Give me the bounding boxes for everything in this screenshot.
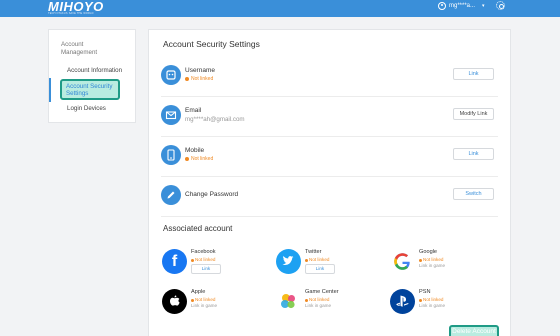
apple-name: Apple <box>191 289 206 295</box>
username-link-button[interactable]: Link <box>453 68 494 80</box>
game-center-icon <box>276 289 301 314</box>
playstation-icon <box>390 289 415 314</box>
sidebar-heading: Account Management <box>61 41 98 56</box>
pencil-icon <box>161 185 181 205</box>
security-settings-panel: Account Security Settings Username Not l… <box>148 29 511 336</box>
username-label: Username <box>185 67 215 74</box>
google-link-in-game: Link in game <box>419 263 446 268</box>
game-center-link-in-game: Link in game <box>305 303 332 308</box>
google-name: Google <box>419 249 438 255</box>
game-center-account: Game Center Not linked Link in game <box>276 288 386 318</box>
switch-button[interactable]: Switch <box>453 188 494 200</box>
mail-icon <box>161 105 181 125</box>
email-value: mg****ah@gmail.com <box>185 116 245 123</box>
user-icon <box>161 65 181 85</box>
page-title: Account Security Settings <box>163 39 260 49</box>
facebook-name: Facebook <box>191 249 216 255</box>
sidebar-active-indicator <box>49 78 51 102</box>
apple-icon <box>162 289 187 314</box>
email-label: Email <box>185 107 202 114</box>
modify-link-button[interactable]: Modify Link <box>453 108 494 120</box>
psn-name: PSN <box>419 289 431 295</box>
email-row: Email mg****ah@gmail.com Modify Link <box>161 97 498 137</box>
twitter-account: Twitter Not linked Link <box>276 248 386 278</box>
top-bar: MIHOYO TECH OTAKUS SAVE THE WORLD mg****… <box>0 0 560 17</box>
google-account: Google Not linked Link in game <box>390 248 500 278</box>
psn-link-in-game: Link in game <box>419 303 446 308</box>
change-password-label: Change Password <box>185 191 239 198</box>
facebook-status: Not linked <box>191 257 215 263</box>
associated-account-title: Associated account <box>163 224 233 233</box>
twitter-bird-icon <box>276 249 301 274</box>
apple-link-in-game: Link in game <box>191 303 218 308</box>
logo-tagline: TECH OTAKUS SAVE THE WORLD <box>48 12 94 15</box>
sidebar-item-account-security-settings[interactable]: Account Security Settings <box>60 79 120 100</box>
change-password-row: Change Password Switch <box>161 177 498 217</box>
mobile-link-button[interactable]: Link <box>453 148 494 160</box>
sidebar: Account Management Account Information A… <box>48 29 136 123</box>
mobile-status: Not linked <box>185 156 213 162</box>
gear-icon[interactable] <box>496 1 505 10</box>
game-center-name: Game Center <box>305 289 339 295</box>
chevron-down-icon: ▾ <box>482 3 485 9</box>
warning-icon <box>305 298 308 302</box>
username: mg****a... <box>449 3 476 9</box>
user-avatar-icon <box>438 2 446 10</box>
warning-icon <box>191 258 194 262</box>
psn-account: PSN Not linked Link in game <box>390 288 500 318</box>
facebook-icon: f <box>162 249 187 274</box>
warning-icon <box>185 157 189 161</box>
mobile-label: Mobile <box>185 147 205 154</box>
google-icon <box>390 249 415 274</box>
username-status: Not linked <box>185 76 213 82</box>
mobile-row: Mobile Not linked Link <box>161 137 498 177</box>
sidebar-item-login-devices[interactable]: Login Devices <box>67 105 106 113</box>
warning-icon <box>419 258 422 262</box>
delete-account-button[interactable]: Delete Account <box>449 325 499 336</box>
warning-icon <box>305 258 308 262</box>
facebook-link-button[interactable]: Link <box>191 264 221 274</box>
mobile-icon <box>161 145 181 165</box>
twitter-status: Not linked <box>305 257 329 263</box>
user-menu[interactable]: mg****a... ▾ <box>438 2 485 10</box>
warning-icon <box>419 298 422 302</box>
twitter-link-button[interactable]: Link <box>305 264 335 274</box>
facebook-account: f Facebook Not linked Link <box>162 248 272 278</box>
username-row: Username Not linked Link <box>161 57 498 97</box>
twitter-name: Twitter <box>305 249 322 255</box>
apple-account: Apple Not linked Link in game <box>162 288 272 318</box>
warning-icon <box>191 298 194 302</box>
sidebar-item-account-information[interactable]: Account Information <box>67 67 122 75</box>
warning-icon <box>185 77 189 81</box>
